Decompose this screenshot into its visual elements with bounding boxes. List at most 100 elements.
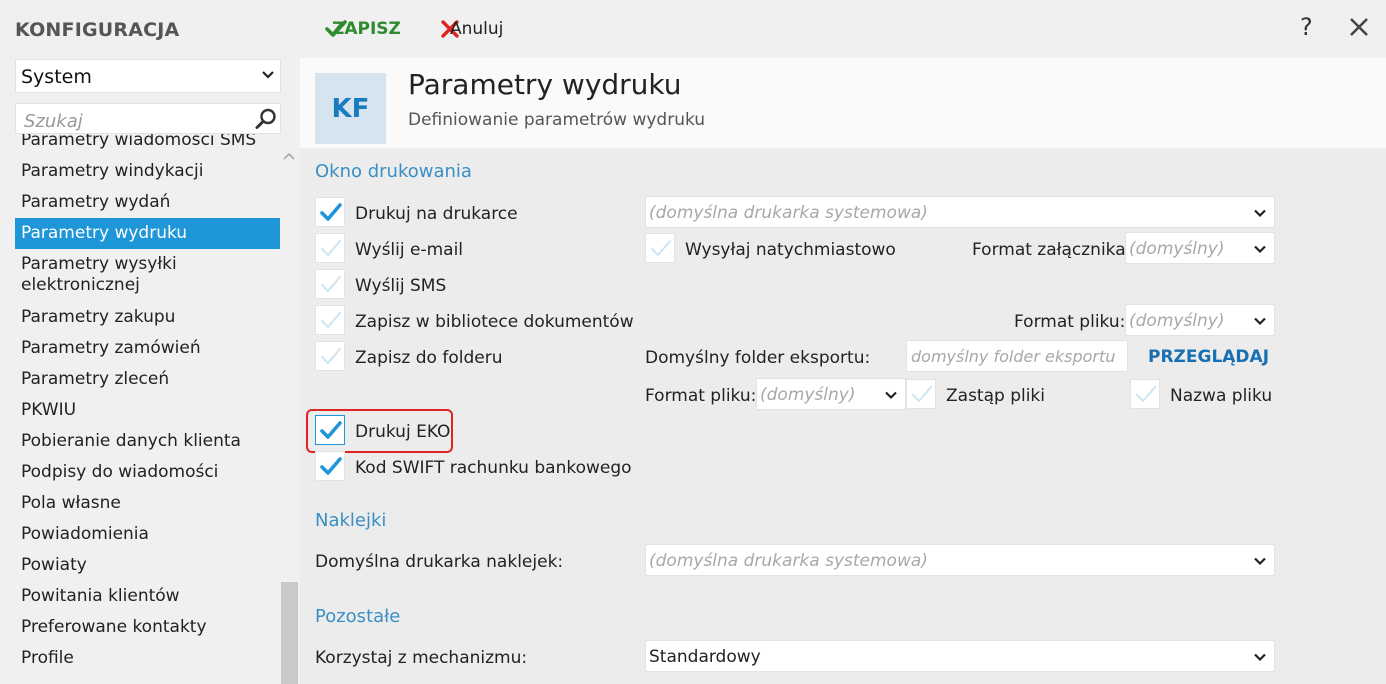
label-printer-select[interactable]: (domyślna drukarka systemowa) bbox=[645, 544, 1275, 576]
export-folder-field[interactable] bbox=[906, 340, 1128, 372]
sidebar-item[interactable]: Parametry wydań bbox=[15, 187, 280, 218]
send-email-checkbox[interactable] bbox=[315, 233, 345, 263]
sidebar-item[interactable]: Preferowane kontakty bbox=[15, 612, 280, 643]
module-badge: KF bbox=[315, 73, 386, 144]
section-title-print-window: Okno drukowania bbox=[315, 161, 472, 182]
scroll-up-icon[interactable] bbox=[282, 150, 296, 162]
search-input[interactable] bbox=[16, 104, 246, 133]
sidebar-item[interactable]: Podpisy do wiadomości bbox=[15, 457, 280, 488]
file-name-checkbox[interactable] bbox=[1130, 379, 1160, 409]
sidebar-item[interactable]: Pobieranie danych klienta bbox=[15, 426, 280, 457]
checkmark-icon bbox=[651, 240, 671, 256]
print-eko-checkbox[interactable] bbox=[315, 415, 345, 445]
cancel-button[interactable]: Anuluj bbox=[440, 15, 503, 43]
sidebar-item[interactable]: Parametry wysyłki elektronicznej bbox=[15, 249, 280, 302]
sidebar-list: Parametry wiadomości SMS Parametry windy… bbox=[15, 134, 280, 684]
checkmark-icon bbox=[321, 348, 341, 364]
save-button[interactable]: ZAPISZ bbox=[324, 15, 401, 43]
chevron-down-icon bbox=[1254, 317, 1266, 326]
file-format-label-2: Format pliku: bbox=[645, 386, 757, 406]
chevron-down-icon bbox=[1254, 557, 1266, 566]
page-header: KF Parametry wydruku Definiowanie parame… bbox=[300, 58, 1386, 148]
swift-code-label: Kod SWIFT rachunku bankowego bbox=[355, 458, 632, 478]
category-select[interactable]: System bbox=[15, 59, 281, 93]
sidebar: KONFIGURACJA System Parametry wiadomości… bbox=[0, 0, 300, 684]
sidebar-item-active[interactable]: Parametry wydruku bbox=[15, 218, 280, 249]
sidebar-item[interactable]: Parametry zleceń bbox=[15, 364, 280, 395]
mechanism-select[interactable]: Standardowy bbox=[645, 640, 1275, 672]
search-box[interactable] bbox=[15, 103, 281, 134]
cancel-button-label: Anuluj bbox=[450, 19, 504, 39]
sidebar-item[interactable]: Parametry zamówień bbox=[15, 333, 280, 364]
sidebar-item[interactable]: PKWIU bbox=[15, 395, 280, 426]
label-printer-label: Domyślna drukarka naklejek: bbox=[315, 552, 564, 572]
checkmark-icon bbox=[1136, 386, 1156, 402]
send-immediately-label: Wysyłaj natychmiastowo bbox=[685, 240, 896, 260]
sidebar-title: KONFIGURACJA bbox=[15, 19, 180, 41]
file-format-placeholder-1: (domyślny) bbox=[1129, 311, 1225, 331]
save-folder-label: Zapisz do folderu bbox=[355, 348, 503, 368]
attachment-format-label: Format załącznika: bbox=[972, 240, 1132, 260]
page-title: Parametry wydruku bbox=[408, 68, 682, 101]
send-sms-label: Wyślij SMS bbox=[355, 276, 447, 296]
save-library-label: Zapisz w bibliotece dokumentów bbox=[355, 312, 634, 332]
label-printer-placeholder: (domyślna drukarka systemowa) bbox=[649, 551, 928, 571]
printer-select[interactable]: (domyślna drukarka systemowa) bbox=[645, 196, 1275, 228]
mechanism-select-value: Standardowy bbox=[649, 647, 761, 667]
chevron-down-icon bbox=[1254, 209, 1266, 218]
print-eko-label: Drukuj EKO bbox=[355, 422, 451, 442]
export-folder-label: Domyślny folder eksportu: bbox=[645, 348, 871, 368]
section-title-labels: Naklejki bbox=[315, 510, 387, 531]
browse-button[interactable]: PRZEGLĄDAJ bbox=[1148, 347, 1269, 367]
print-on-printer-checkbox[interactable] bbox=[315, 197, 345, 227]
save-library-checkbox[interactable] bbox=[315, 305, 345, 335]
file-format-select-1[interactable]: (domyślny) bbox=[1125, 304, 1275, 336]
file-format-select-2[interactable]: (domyślny) bbox=[756, 378, 906, 410]
print-on-printer-label: Drukuj na drukarce bbox=[355, 204, 518, 224]
main-panel: KF Parametry wydruku Definiowanie parame… bbox=[300, 58, 1386, 684]
file-format-placeholder-2: (domyślny) bbox=[760, 385, 856, 405]
sidebar-item[interactable]: Powiadomienia bbox=[15, 519, 280, 550]
help-button[interactable]: ? bbox=[1300, 13, 1313, 41]
page-subtitle: Definiowanie parametrów wydruku bbox=[408, 110, 706, 130]
toolbar: ZAPISZ Anuluj ? bbox=[300, 0, 1386, 58]
mechanism-label: Korzystaj z mechanizmu: bbox=[315, 648, 528, 668]
checkmark-icon bbox=[321, 312, 341, 328]
checkmark-icon bbox=[321, 240, 341, 256]
close-icon[interactable] bbox=[1349, 17, 1369, 37]
sidebar-item[interactable]: Parametry zakupu bbox=[15, 302, 280, 333]
export-folder-input[interactable] bbox=[907, 341, 1127, 371]
send-sms-checkbox[interactable] bbox=[315, 269, 345, 299]
sidebar-item[interactable]: Pola własne bbox=[15, 488, 280, 519]
checkmark-icon bbox=[320, 457, 342, 475]
checkmark-icon bbox=[912, 386, 932, 402]
scrollbar-thumb[interactable] bbox=[281, 582, 298, 684]
sidebar-item[interactable]: Profile bbox=[15, 643, 280, 674]
replace-files-checkbox[interactable] bbox=[906, 379, 936, 409]
category-select-value: System bbox=[21, 66, 92, 88]
send-email-label: Wyślij e-mail bbox=[355, 240, 464, 260]
replace-files-label: Zastąp pliki bbox=[946, 386, 1046, 406]
sidebar-item[interactable]: Parametry wiadomości SMS bbox=[15, 134, 280, 156]
swift-code-checkbox[interactable] bbox=[315, 451, 345, 481]
printer-select-placeholder: (domyślna drukarka systemowa) bbox=[649, 203, 928, 223]
chevron-down-icon bbox=[885, 391, 897, 400]
attachment-format-select[interactable]: (domyślny) bbox=[1125, 232, 1275, 264]
search-icon[interactable] bbox=[254, 107, 278, 131]
chevron-down-icon bbox=[262, 71, 274, 79]
sidebar-item[interactable]: Parametry windykacji bbox=[15, 156, 280, 187]
checkmark-icon bbox=[320, 421, 342, 439]
attachment-format-placeholder: (domyślny) bbox=[1129, 239, 1225, 259]
checkmark-icon bbox=[321, 276, 341, 292]
section-title-other: Pozostałe bbox=[315, 606, 401, 627]
chevron-down-icon bbox=[1254, 245, 1266, 254]
file-format-label-1: Format pliku: bbox=[1014, 312, 1126, 332]
save-button-label: ZAPISZ bbox=[332, 19, 401, 39]
file-name-label: Nazwa pliku bbox=[1170, 386, 1273, 406]
sidebar-item[interactable]: Powiaty bbox=[15, 550, 280, 581]
checkmark-icon bbox=[320, 203, 342, 221]
chevron-down-icon bbox=[1254, 653, 1266, 662]
sidebar-item[interactable]: Powitania klientów bbox=[15, 581, 280, 612]
save-folder-checkbox[interactable] bbox=[315, 341, 345, 371]
send-immediately-checkbox[interactable] bbox=[645, 233, 675, 263]
